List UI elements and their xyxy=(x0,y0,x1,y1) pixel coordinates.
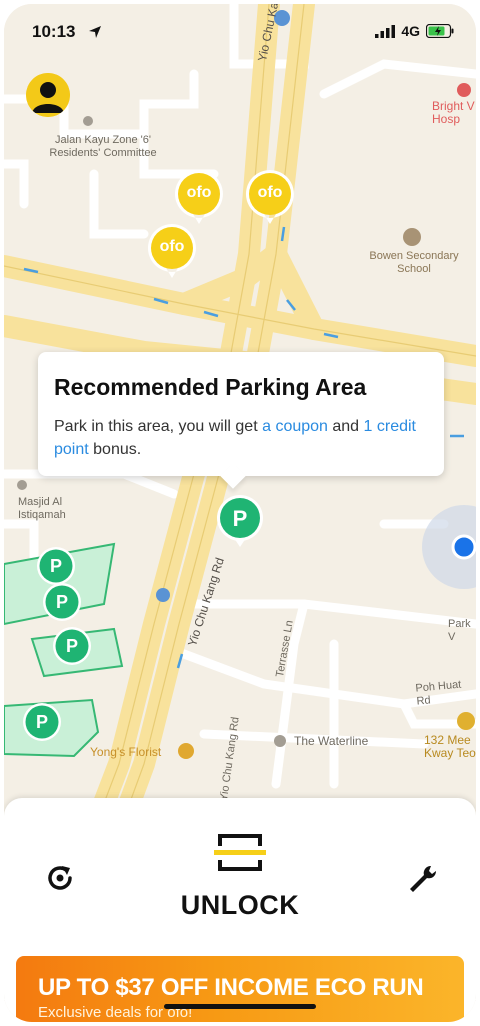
bottom-panel: UNLOCK UP TO $37 OFF INCOME ECO RUN Excl… xyxy=(4,798,476,1022)
wrench-icon xyxy=(410,865,437,892)
promo-banner[interactable]: UP TO $37 OFF INCOME ECO RUN Exclusive d… xyxy=(16,956,464,1022)
bike-marker[interactable]: ofo xyxy=(244,168,296,228)
unlock-label: UNLOCK xyxy=(180,890,300,920)
place-label: Yong's Florist xyxy=(90,745,162,759)
signal-icon xyxy=(375,24,396,38)
refresh-icon xyxy=(48,866,72,890)
ofo-logo-icon: ofo xyxy=(257,184,283,201)
road-label: Poh Huat Rd xyxy=(414,678,462,708)
place-label: Jalan Kayu Zone '6' Residents' Committee xyxy=(49,134,157,159)
phone-screen: Jalan Kayu Zone '6' Residents' Committee… xyxy=(4,4,476,1022)
avatar[interactable] xyxy=(26,73,70,117)
callout-text-part: bonus. xyxy=(88,441,142,458)
road-label: Park V xyxy=(448,618,471,643)
bike-marker[interactable]: ofo xyxy=(146,222,198,282)
parking-p-icon: P xyxy=(55,592,68,612)
place-label: Bright V Hosp xyxy=(432,99,475,126)
report-issue-button[interactable] xyxy=(404,860,440,896)
ofo-logo-icon: ofo xyxy=(186,184,212,201)
refresh-button[interactable] xyxy=(42,860,78,896)
location-arrow-icon xyxy=(89,26,101,38)
parking-p-icon: P xyxy=(232,506,248,531)
callout-text-part: Park in this area, you will get xyxy=(54,418,263,435)
place-label: The Waterline xyxy=(294,734,369,748)
parking-callout[interactable]: Recommended Parking Area Park in this ar… xyxy=(38,352,444,476)
unlock-button[interactable]: UNLOCK xyxy=(164,826,316,926)
callout-title: Recommended Parking Area xyxy=(54,374,367,400)
status-bar: 10:13 4G xyxy=(4,4,476,56)
parking-marker[interactable]: P xyxy=(22,702,62,746)
status-time: 10:13 xyxy=(32,22,76,41)
parking-p-icon: P xyxy=(49,556,62,576)
battery-icon xyxy=(426,24,454,38)
place-label: Masjid Al Istiqamah xyxy=(18,496,66,521)
callout-text: Park in this area, you will get a coupon… xyxy=(54,415,434,461)
callout-text-part: and xyxy=(327,418,364,435)
bike-marker[interactable]: ofo xyxy=(173,168,225,228)
parking-p-icon: P xyxy=(35,712,48,732)
parking-p-icon: P xyxy=(65,636,78,656)
network-type: 4G xyxy=(401,23,420,39)
coupon-link[interactable]: a coupon xyxy=(262,418,328,435)
ofo-logo-icon: ofo xyxy=(159,238,185,255)
place-label: 132 Mee Kway Teo xyxy=(424,733,476,760)
scan-unlock-icon xyxy=(214,834,266,871)
parking-marker[interactable]: P xyxy=(216,494,264,548)
parking-marker[interactable]: P xyxy=(52,626,92,670)
banner-headline: UP TO $37 OFF INCOME ECO RUN xyxy=(38,974,424,1001)
avatar-icon xyxy=(26,73,70,117)
home-indicator[interactable] xyxy=(164,1004,316,1009)
place-label: Bowen Secondary School xyxy=(369,250,459,275)
parking-marker[interactable]: P xyxy=(42,582,82,626)
